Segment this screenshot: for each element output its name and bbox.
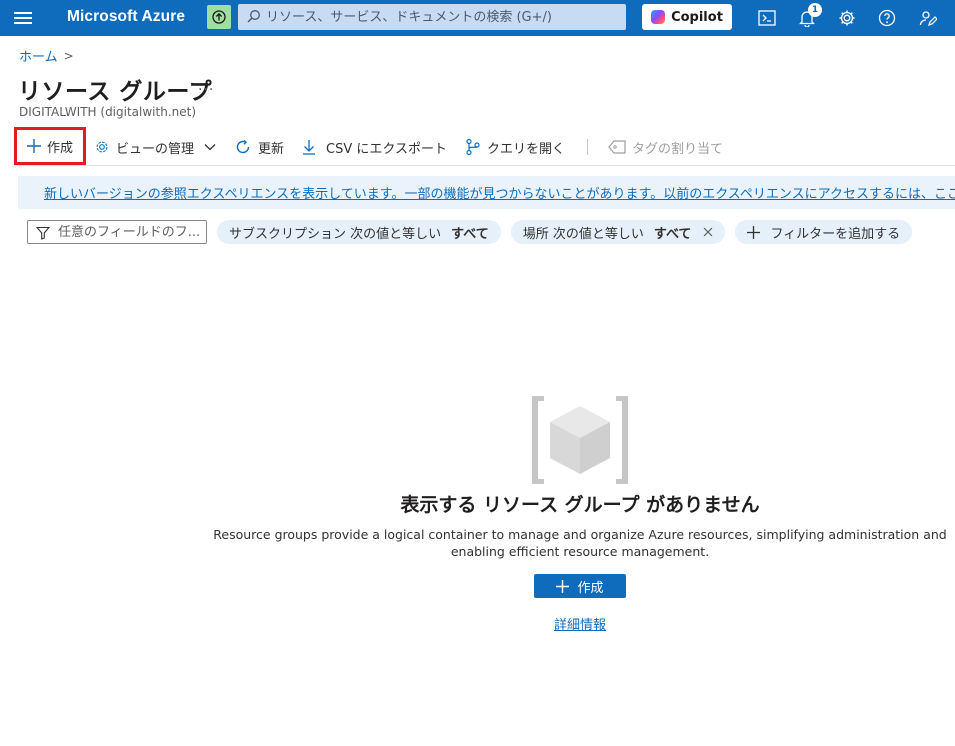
filter-row: サブスクリプション 次の値と等しい すべて 場所 次の値と等しい すべて フィル… [27,220,913,244]
refresh-button[interactable]: 更新 [228,130,290,164]
command-divider [587,139,589,155]
brand-logo[interactable]: Microsoft Azure [67,8,185,26]
open-query-button[interactable]: クエリを開く [459,130,571,164]
help-icon[interactable] [875,6,899,30]
top-navigation-bar: Microsoft Azure Copilot 1 [0,0,955,36]
plus-icon [747,225,761,239]
filter-field[interactable] [27,220,207,244]
cloud-shell-icon[interactable] [755,6,779,30]
open-query-label: クエリを開く [487,141,566,157]
create-button[interactable]: 作成 [14,127,87,165]
location-filter-label: 場所 次の値と等しい [522,226,644,242]
info-banner-link[interactable]: 新しいバージョンの参照エクスペリエンスを表示しています。一部の機能が見つからない… [44,183,955,202]
add-filter-label: フィルターを追加する [770,226,901,242]
copilot-label: Copilot [671,9,723,25]
remove-location-filter-close-icon[interactable] [703,227,713,237]
subscription-filter-value: すべて [451,226,489,242]
copilot-button[interactable]: Copilot [642,4,732,30]
subscription-filter-label: サブスクリプション 次の値と等しい [229,226,442,242]
chevron-down-icon [204,144,216,151]
filter-funnel-icon [36,226,50,240]
feedback-person-icon[interactable] [916,6,940,30]
download-icon [303,140,316,155]
empty-resource-group-illustration [532,395,628,485]
manage-view-button[interactable]: ビューの管理 [88,130,222,164]
location-filter-value: すべて [653,226,692,242]
copilot-icon [651,10,666,24]
plus-icon [556,579,570,593]
empty-state-create-button[interactable]: 作成 [534,574,626,598]
refresh-label: 更新 [258,141,285,157]
search-icon [247,10,260,23]
hamburger-menu-icon[interactable] [14,10,32,26]
empty-state-description: Resource groups provide a logical contai… [0,526,955,560]
refresh-icon [236,139,250,154]
gear-icon [96,141,108,153]
manage-view-label: ビューの管理 [116,141,195,157]
notification-count-badge: 1 [808,3,822,17]
learn-more: 詳細情報 [0,614,955,633]
location-filter-pill[interactable]: 場所 次の値と等しい すべて [510,220,726,244]
breadcrumb-home-link[interactable]: ホーム [19,46,58,65]
add-filter-button[interactable]: フィルターを追加する [735,220,913,244]
export-csv-label: CSV にエクスポート [326,141,448,157]
empty-state-title: 表示する リソース グループ がありません [400,494,760,516]
breadcrumb-separator: > [63,48,74,63]
page-subtitle: DIGITALWITH (digitalwith.net) [19,105,197,119]
empty-state-description-line1: Resource groups provide a logical contai… [213,527,947,542]
subscription-filter-pill[interactable]: サブスクリプション 次の値と等しい すべて [217,220,501,244]
plus-icon [27,139,41,153]
page-title: リソース グループ [18,79,212,105]
empty-state-create-label: 作成 [577,580,604,596]
breadcrumb: ホーム > [19,46,74,66]
empty-state-description-line2: enabling efficient resource management. [450,544,710,559]
assign-tags-label: タグの割り当て [632,141,724,157]
learn-more-link[interactable]: 詳細情報 [554,618,606,633]
query-icon [466,138,480,156]
global-search[interactable] [238,4,626,30]
create-label: 作成 [47,140,74,156]
command-bar: 作成 ビューの管理 更新 CSV にエクスポート クエリを開く タグの割り当て [14,127,729,165]
export-csv-button[interactable]: CSV にエクスポート [296,130,453,164]
filter-input[interactable] [58,223,203,241]
more-options-button[interactable]: ... [198,78,214,94]
search-input[interactable] [266,7,616,27]
command-bar-divider [14,165,955,166]
settings-gear-icon[interactable] [835,6,859,30]
info-banner: 新しいバージョンの参照エクスペリエンスを表示しています。一部の機能が見つからない… [18,176,955,209]
tag-icon [608,140,626,154]
upgrade-icon[interactable] [207,5,231,29]
assign-tags-button[interactable]: タグの割り当て [602,130,729,164]
